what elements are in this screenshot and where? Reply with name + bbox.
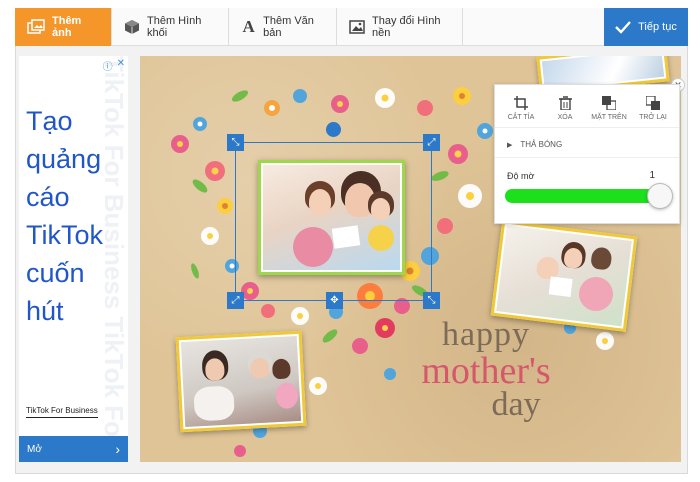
- photo-clothes: [193, 385, 235, 422]
- ad-open-label: Mở: [27, 443, 42, 455]
- add-shape-button[interactable]: Thêm Hình khối: [112, 8, 229, 46]
- ad-headline-line: cuốn: [26, 258, 85, 288]
- delete-label: XÓA: [557, 114, 573, 121]
- edit-panel: CẮT TỈA XÓA MẶT TRÊN TRỞ LẠI ▶ THẢ BÓNG …: [494, 84, 680, 224]
- photo-person: [204, 357, 225, 381]
- add-photo-label: Thêm ảnh: [52, 15, 82, 39]
- app: Thêm ảnh Thêm Hình khối A Thêm Văn bản T…: [0, 0, 700, 482]
- ad-headline-line: TikTok: [26, 220, 104, 250]
- delete-button[interactable]: XÓA: [544, 95, 586, 121]
- continue-label: Tiếp tục: [638, 21, 677, 33]
- greeting-text[interactable]: happy mother's day: [386, 316, 586, 423]
- bring-to-front-button[interactable]: MẶT TRÊN: [588, 95, 630, 121]
- photo-frame-left[interactable]: [175, 330, 307, 433]
- resize-handle-bottom-left-icon[interactable]: ⤢: [227, 292, 244, 309]
- triangle-right-icon: ▶: [507, 141, 513, 149]
- ad-controls[interactable]: ⓘ ✕: [103, 58, 125, 73]
- crop-button[interactable]: CẮT TỈA: [500, 95, 542, 121]
- ad-headline-line: hút: [26, 296, 64, 326]
- photo-image: [180, 336, 302, 427]
- move-handle-icon[interactable]: ✥: [326, 292, 343, 309]
- send-back-button[interactable]: TRỞ LẠI: [632, 95, 674, 121]
- greeting-line-happy: happy: [441, 316, 531, 353]
- text-icon: A: [242, 17, 255, 36]
- ad-close-icon[interactable]: ✕: [117, 58, 125, 73]
- add-photo-button[interactable]: Thêm ảnh: [15, 8, 112, 46]
- chevron-right-icon: ›: [115, 441, 120, 457]
- ad-headline-line: Tạo: [26, 106, 73, 136]
- opacity-label: Độ mờ: [507, 171, 535, 181]
- drop-shadow-label: THẢ BÓNG: [520, 140, 563, 149]
- add-text-button[interactable]: A Thêm Văn bản: [229, 8, 337, 46]
- background-image-icon: [349, 18, 365, 36]
- ad-open-button[interactable]: Mở ›: [19, 436, 128, 462]
- add-shape-label: Thêm Hình khối: [147, 15, 202, 39]
- ad-headline-line: quảng: [26, 144, 102, 174]
- ad-brand[interactable]: TikTok For Business: [26, 406, 98, 418]
- panel-actions: CẮT TỈA XÓA MẶT TRÊN TRỞ LẠI: [495, 85, 679, 128]
- bring-to-front-label: MẶT TRÊN: [591, 114, 627, 121]
- photo-person: [590, 246, 613, 271]
- checkmark-icon: [615, 20, 632, 34]
- opacity-slider[interactable]: [505, 183, 673, 209]
- images-icon: [27, 18, 45, 36]
- drop-shadow-toggle[interactable]: ▶ THẢ BÓNG: [495, 128, 679, 158]
- send-back-icon: [646, 95, 660, 111]
- crop-label: CẮT TỈA: [507, 114, 535, 121]
- resize-handle-bottom-right-icon[interactable]: ⤡: [423, 292, 440, 309]
- photo-card: [548, 276, 573, 297]
- photo-image: [496, 225, 632, 327]
- continue-button[interactable]: Tiếp tục: [604, 8, 688, 46]
- trash-icon: [558, 95, 572, 111]
- photo-balloon: [275, 382, 299, 410]
- change-background-label: Thay đổi Hình nền: [372, 15, 441, 39]
- cube-icon: [124, 18, 140, 36]
- ad-banner[interactable]: TikTok For Business TikTok For ⓘ ✕ Tạo q…: [19, 56, 128, 462]
- greeting-line-day: day: [491, 386, 541, 423]
- opacity-value: 1: [649, 170, 655, 181]
- change-background-button[interactable]: Thay đổi Hình nền: [337, 8, 463, 46]
- add-text-label: Thêm Văn bản: [263, 15, 314, 39]
- opacity-slider-knob[interactable]: [647, 183, 673, 209]
- photo-person: [271, 358, 291, 380]
- ad-headline[interactable]: Tạo quảng cáo TikTok cuốn hút: [26, 102, 126, 330]
- selection-box[interactable]: ⤡ ⤢ ⤢ ⤡ ✥: [227, 134, 440, 309]
- photo-person: [249, 357, 270, 379]
- crop-icon: [514, 95, 528, 111]
- rotate-handle[interactable]: [326, 122, 341, 137]
- bring-front-icon: [602, 95, 616, 111]
- greeting-line-mothers: mother's: [421, 350, 551, 392]
- ad-headline-line: cáo: [26, 182, 70, 212]
- resize-handle-top-left-icon[interactable]: ⤡: [227, 134, 244, 151]
- toolbar: Thêm ảnh Thêm Hình khối A Thêm Văn bản T…: [15, 8, 688, 46]
- resize-handle-top-right-icon[interactable]: ⤢: [423, 134, 440, 151]
- photo-clothes: [577, 275, 615, 313]
- ad-info-icon[interactable]: ⓘ: [103, 58, 113, 73]
- send-back-label: TRỞ LẠI: [639, 114, 667, 121]
